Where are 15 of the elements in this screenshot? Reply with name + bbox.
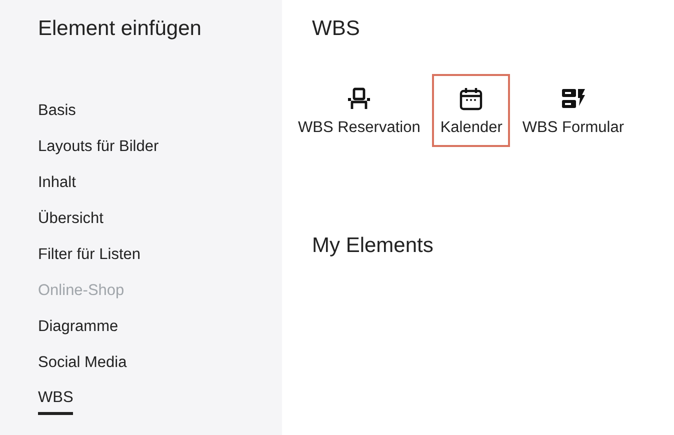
category-link[interactable]: Social Media xyxy=(38,346,127,382)
panel-title: Element einfügen xyxy=(38,16,202,42)
category-link[interactable]: Diagramme xyxy=(38,310,118,346)
category-link[interactable]: Inhalt xyxy=(38,166,76,202)
element-tile[interactable]: WBS Reservation xyxy=(290,74,428,148)
category-link[interactable]: Basis xyxy=(38,94,76,130)
category-link[interactable]: WBS xyxy=(38,382,74,418)
category-link[interactable]: Filter für Listen xyxy=(38,238,141,274)
section-title: My Elements xyxy=(312,233,434,259)
category-link[interactable]: Übersicht xyxy=(38,202,104,238)
category-link[interactable]: Layouts für Bilder xyxy=(38,130,159,166)
element-tile[interactable]: WBS Formular xyxy=(514,74,632,148)
element-tile[interactable]: Kalender xyxy=(432,74,510,148)
section-title: WBS xyxy=(312,16,361,42)
calendar-icon xyxy=(458,86,484,112)
